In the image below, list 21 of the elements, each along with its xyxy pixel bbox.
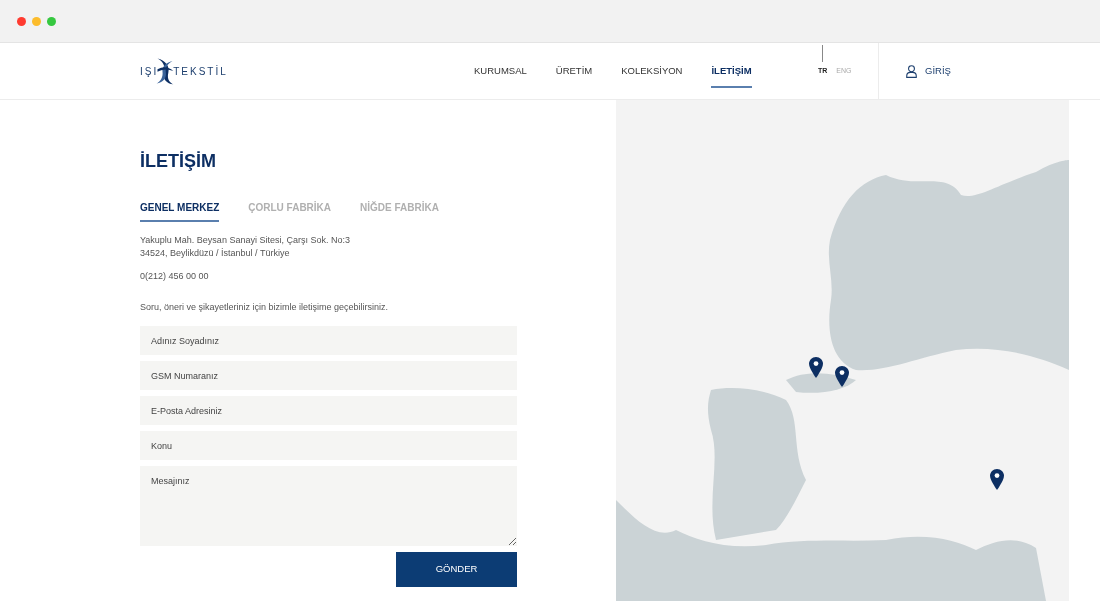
phone-text: 0(212) 456 00 00 <box>140 270 210 283</box>
nav-link[interactable]: ÜRETİM <box>555 54 593 88</box>
submit-button[interactable]: GÖNDER <box>396 552 517 587</box>
login-link[interactable]: GİRİŞ <box>925 63 951 79</box>
user-icon[interactable] <box>906 64 917 78</box>
input-field[interactable]: GSM Numaranız <box>140 361 517 390</box>
address-text: Yakuplu Mah. Beysan Sanayi Sitesi, Çarşı Sok. No:3 34524, Beylikdüzü / İstanbul / Türkiye <box>140 234 351 260</box>
nav-link[interactable]: KOLEKSİYON <box>621 54 683 88</box>
page-title: İLETİŞİM <box>140 150 217 172</box>
input-field[interactable]: Konu <box>140 431 517 460</box>
nav-link[interactable]: KURUMSAL <box>474 54 527 88</box>
nav-link[interactable]: İLETİŞİM <box>711 54 752 88</box>
map-pin-icon[interactable] <box>990 469 1004 490</box>
map-pin-icon[interactable] <box>835 366 849 387</box>
logo[interactable]: IŞI TEKSTİL <box>140 56 228 86</box>
intro-text: Soru, öneri ve şikayetleriniz için bizimle iletişime geçebilirsiniz. <box>140 301 390 314</box>
input-field[interactable]: E-Posta Adresiniz <box>140 396 517 425</box>
location-tab[interactable]: GENEL MERKEZ <box>140 200 220 222</box>
message-field[interactable]: Mesajınız <box>140 466 517 546</box>
map-pin-icon[interactable] <box>809 357 823 378</box>
input-field[interactable]: Adınız Soyadınız <box>140 326 517 355</box>
